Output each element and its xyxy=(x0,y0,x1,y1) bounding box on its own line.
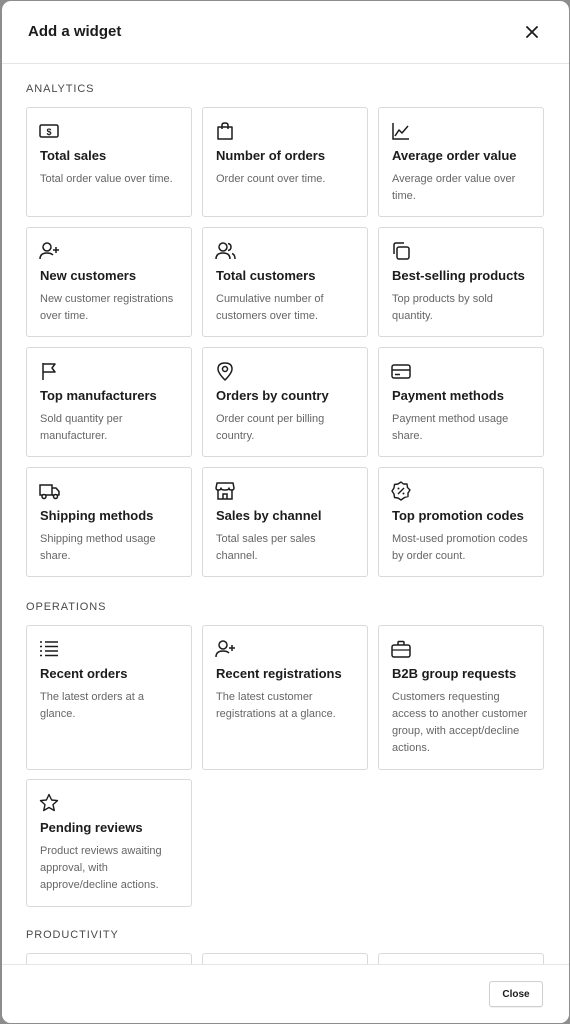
widget-card-sales-by-channel[interactable]: Sales by channel Total sales per sales c… xyxy=(202,467,368,577)
card-description: Total order value over time. xyxy=(40,173,173,185)
star-icon xyxy=(39,793,61,813)
user-plus-icon xyxy=(215,639,237,659)
card-title: Top promotion codes xyxy=(392,508,524,523)
widget-card-b2b-group-requests[interactable]: B2B group requests Customers requesting … xyxy=(378,625,544,770)
card-description: Product reviews awaiting approval, with … xyxy=(40,845,162,891)
card-description: Shipping method usage share. xyxy=(40,533,156,562)
widget-card-total-customers[interactable]: Total customers Cumulative number of cus… xyxy=(202,227,368,337)
card-title: Recent orders xyxy=(40,666,128,681)
card-description: The latest orders at a glance. xyxy=(40,691,144,720)
card-title: Payment methods xyxy=(392,388,504,403)
close-button[interactable]: Close xyxy=(489,981,543,1007)
card-title: Best-selling products xyxy=(392,268,525,283)
card-description: New customer registrations over time. xyxy=(40,293,174,322)
card-description: The latest customer registrations at a g… xyxy=(216,691,336,720)
widget-card-productivity-3[interactable] xyxy=(378,953,544,964)
widget-card-new-customers[interactable]: New customers New customer registrations… xyxy=(26,227,192,337)
widget-card-recent-registrations[interactable]: Recent registrations The latest customer… xyxy=(202,625,368,770)
card-title: Shipping methods xyxy=(40,508,154,523)
card-description: Most-used promotion codes by order count… xyxy=(392,533,528,562)
truck-icon xyxy=(39,481,61,501)
card-title: B2B group requests xyxy=(392,666,517,681)
section-label-analytics: ANALYTICS xyxy=(26,83,95,95)
card-title: New customers xyxy=(40,268,137,283)
add-widget-modal: Add a widget ANALYTICS $ Total sales Tot… xyxy=(2,1,569,1023)
modal-title: Add a widget xyxy=(28,23,122,40)
card-title: Number of orders xyxy=(216,148,326,163)
storefront-icon xyxy=(215,481,237,501)
widget-card-payment-methods[interactable]: Payment methods Payment method usage sha… xyxy=(378,347,544,457)
card-title: Pending reviews xyxy=(40,820,143,835)
widget-card-average-order-value[interactable]: Average order value Average order value … xyxy=(378,107,544,217)
card-title: Top manufacturers xyxy=(40,388,157,403)
card-description: Payment method usage share. xyxy=(392,413,509,442)
map-pin-icon xyxy=(215,361,237,381)
copy-icon xyxy=(391,241,413,261)
card-title: Sales by channel xyxy=(216,508,322,523)
card-title: Total sales xyxy=(40,148,107,163)
widget-card-top-manufacturers[interactable]: Top manufacturers Sold quantity per manu… xyxy=(26,347,192,457)
modal-footer: Close xyxy=(2,964,569,1023)
user-plus-icon xyxy=(39,241,61,261)
widget-card-orders-by-country[interactable]: Orders by country Order count per billin… xyxy=(202,347,368,457)
section-label-productivity: PRODUCTIVITY xyxy=(26,929,119,941)
widget-card-top-promotion-codes[interactable]: Top promotion codes Most-used promotion … xyxy=(378,467,544,577)
list-icon xyxy=(39,639,61,659)
card-description: Order count per billing country. xyxy=(216,413,325,442)
users-icon xyxy=(215,241,237,261)
close-icon[interactable] xyxy=(523,23,541,41)
credit-card-icon xyxy=(391,361,413,381)
modal-header: Add a widget xyxy=(2,1,569,64)
dollar-bill-icon: $ xyxy=(39,121,61,141)
discount-badge-icon xyxy=(391,481,413,501)
widget-card-recent-orders[interactable]: Recent orders The latest orders at a gla… xyxy=(26,625,192,770)
widget-card-pending-reviews[interactable]: Pending reviews Product reviews awaiting… xyxy=(26,779,192,907)
card-description: Average order value over time. xyxy=(392,173,516,202)
widget-card-best-selling-products[interactable]: Best-selling products Top products by so… xyxy=(378,227,544,337)
card-description: Top products by sold quantity. xyxy=(392,293,493,322)
widget-card-productivity-2[interactable] xyxy=(202,953,368,964)
widget-card-shipping-methods[interactable]: Shipping methods Shipping method usage s… xyxy=(26,467,192,577)
card-title: Average order value xyxy=(392,148,517,163)
widget-card-productivity-1[interactable] xyxy=(26,953,192,964)
flag-icon xyxy=(39,361,61,381)
svg-text:$: $ xyxy=(46,127,51,137)
card-description: Customers requesting access to another c… xyxy=(392,691,528,754)
card-description: Cumulative number of customers over time… xyxy=(216,293,324,322)
briefcase-icon xyxy=(391,639,413,659)
card-description: Order count over time. xyxy=(216,173,326,185)
modal-body[interactable]: ANALYTICS $ Total sales Total order valu… xyxy=(2,65,569,964)
widget-card-total-sales[interactable]: $ Total sales Total order value over tim… xyxy=(26,107,192,217)
card-title: Total customers xyxy=(216,268,316,283)
card-title: Recent registrations xyxy=(216,666,342,681)
card-description: Total sales per sales channel. xyxy=(216,533,316,562)
widget-card-number-of-orders[interactable]: Number of orders Order count over time. xyxy=(202,107,368,217)
line-chart-icon xyxy=(391,121,413,141)
section-label-operations: OPERATIONS xyxy=(26,601,107,613)
card-title: Orders by country xyxy=(216,388,329,403)
card-description: Sold quantity per manufacturer. xyxy=(40,413,123,442)
shopping-bag-icon xyxy=(215,121,237,141)
